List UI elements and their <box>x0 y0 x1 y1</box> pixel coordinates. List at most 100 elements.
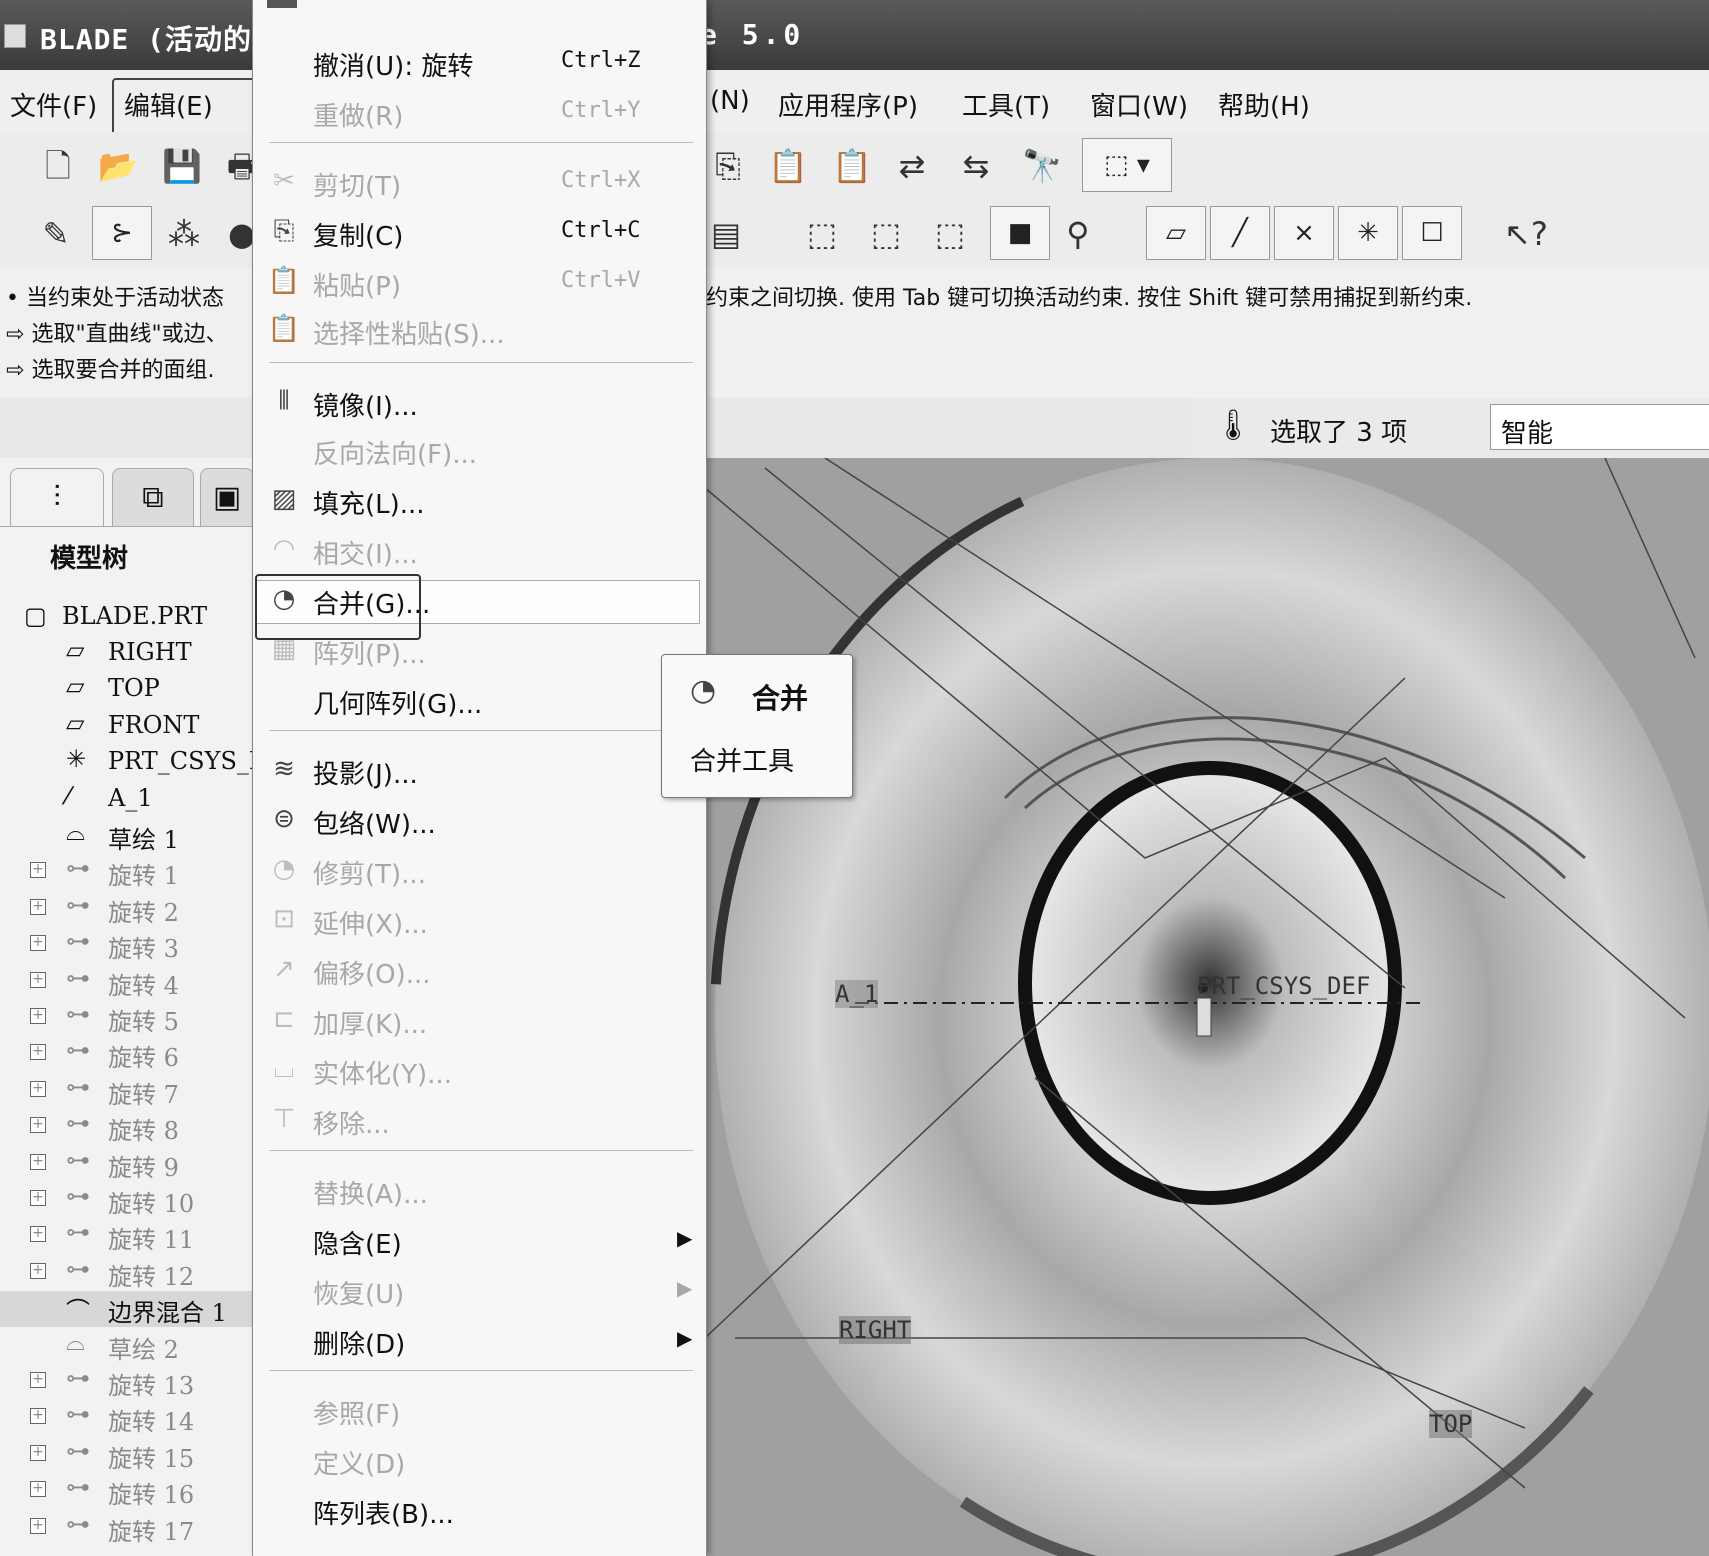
find-icon[interactable]: 🔭 <box>1022 146 1062 186</box>
expand-icon[interactable]: + <box>30 1444 46 1461</box>
expand-icon[interactable]: + <box>30 1262 46 1279</box>
tree-item[interactable]: + ⊶ 旋转 11 <box>0 1218 252 1254</box>
axis-display-button[interactable]: ╱ <box>1210 206 1270 260</box>
tree-item[interactable]: + ⊶ 旋转 5 <box>0 1000 252 1036</box>
tree-item[interactable]: + ⊶ 旋转 9 <box>0 1146 252 1182</box>
menu-partial[interactable]: (N) <box>710 86 750 116</box>
context-help-icon[interactable]: ↖? <box>1504 214 1548 254</box>
edit-menu-item-label: 填充(L)... <box>313 490 425 520</box>
edit-menu-item-label: 隐含(E) <box>313 1230 402 1260</box>
tree-item[interactable]: + ⊶ 旋转 10 <box>0 1182 252 1218</box>
edit-menu-item[interactable]: 阵列表(B)... <box>253 1486 706 1532</box>
tree-item[interactable]: ⁄ A_1 <box>0 782 252 818</box>
edit-menu-item-label: 选择性粘贴(S)... <box>313 320 505 350</box>
plane-display-button[interactable]: ▱ <box>1146 206 1206 260</box>
tree-item[interactable]: ▱ RIGHT <box>0 636 252 672</box>
tab-model-tree[interactable]: ⫶ <box>10 468 104 527</box>
tree-item[interactable]: ⌒ 边界混合 1 <box>0 1291 252 1328</box>
tree-item[interactable]: ▱ FRONT <box>0 709 252 745</box>
datum-point-icon[interactable]: ⁂ <box>164 214 204 254</box>
paste-tool-icon[interactable]: 📋 <box>768 146 808 186</box>
tree-item[interactable]: + ⊶ 旋转 15 <box>0 1437 252 1473</box>
edit-menu-item[interactable]: ⎘ 复制(C) Ctrl+C <box>253 208 706 254</box>
expand-icon[interactable]: + <box>30 935 46 952</box>
extend-icon: ⊡ <box>273 904 295 934</box>
tree-item[interactable]: + ⊶ 旋转 2 <box>0 891 252 927</box>
expand-icon[interactable]: + <box>30 1481 46 1498</box>
model-tree-display-icon[interactable]: ⚲ <box>1058 214 1098 254</box>
expand-icon[interactable]: + <box>30 862 46 879</box>
menu-edit[interactable]: 编辑(E) <box>124 86 213 123</box>
tree-root[interactable]: ▢ BLADE.PRT <box>0 600 252 636</box>
menu-tools[interactable]: 工具(T) <box>962 86 1050 123</box>
expand-icon[interactable]: + <box>30 1044 46 1061</box>
expand-icon[interactable]: + <box>30 1008 46 1024</box>
new-file-icon[interactable]: 🗋 <box>38 146 78 186</box>
tree-item[interactable]: + ⊶ 旋转 1 <box>0 854 252 890</box>
point-display-button[interactable]: × <box>1274 206 1334 260</box>
selection-box-button[interactable]: ⬚ ▾ <box>1082 138 1172 192</box>
graphics-viewport[interactable]: A_1 PRT_CSYS_DEF RIGHT TOP <box>705 458 1709 1556</box>
csys-display-button[interactable]: ✳ <box>1338 206 1398 260</box>
tree-item[interactable]: + ⊶ 旋转 3 <box>0 927 252 963</box>
edit-menu-item[interactable]: 几何阵列(G)... <box>253 676 706 722</box>
tree-item[interactable]: ✳ PRT_CSYS_DE <box>0 745 286 781</box>
annotation-display-button[interactable]: ☐ <box>1402 206 1462 260</box>
hidden-line-icon[interactable]: ⬚ <box>866 214 906 254</box>
tree-item[interactable]: + ⊶ 旋转 14 <box>0 1400 252 1436</box>
edit-menu-item[interactable]: ▨ 填充(L)... <box>253 476 706 522</box>
save-icon[interactable]: 💾 <box>162 146 202 186</box>
expand-icon[interactable]: + <box>30 1117 46 1134</box>
layer-icon[interactable]: ▤ <box>706 214 746 254</box>
copy-tool-icon[interactable]: ⎘ <box>708 146 748 186</box>
tree-item-label: TOP <box>108 674 160 703</box>
expand-icon[interactable]: + <box>30 971 46 988</box>
menu-applications[interactable]: 应用程序(P) <box>778 86 918 123</box>
tree-item[interactable]: + ⊶ 旋转 4 <box>0 964 252 1000</box>
expand-icon[interactable]: + <box>30 1372 46 1388</box>
expand-icon[interactable]: + <box>30 898 46 915</box>
edit-menu-item[interactable]: 删除(D) ▶ <box>253 1316 706 1362</box>
filter-select[interactable]: 智能 <box>1490 404 1709 450</box>
tree-item[interactable]: + ⊶ 旋转 17 <box>0 1510 252 1546</box>
datum-curve-button[interactable]: ⊱ <box>92 206 152 260</box>
tab-folder[interactable]: ⧉ <box>112 468 194 527</box>
tree-item[interactable]: + ⊶ 旋转 7 <box>0 1073 252 1109</box>
tree-item[interactable]: + ⊶ 旋转 6 <box>0 1036 252 1072</box>
tab-favorites[interactable]: ▣ <box>200 468 254 527</box>
menu-window[interactable]: 窗口(W) <box>1090 86 1188 123</box>
edit-menu-item[interactable]: ⊜ 包络(W)... <box>253 796 706 842</box>
wireframe-icon[interactable]: ⬚ <box>802 214 842 254</box>
tree-item[interactable]: + ⊶ 旋转 13 <box>0 1364 252 1400</box>
expand-icon[interactable]: + <box>30 1190 46 1206</box>
expand-icon[interactable]: + <box>30 1517 46 1534</box>
paste-special-tool-icon[interactable]: 📋 <box>832 146 872 186</box>
tree-item[interactable]: ⌓ 草绘 2 <box>0 1328 252 1364</box>
tree-item[interactable]: + ⊶ 旋转 8 <box>0 1109 252 1145</box>
tree-item[interactable]: + ⊶ 旋转 16 <box>0 1473 252 1509</box>
shaded-button[interactable]: ■ <box>990 206 1050 260</box>
tree-item[interactable]: ⌓ 草绘 1 <box>0 818 252 854</box>
solidify-icon: ⌴ <box>273 1054 295 1084</box>
expand-icon[interactable]: + <box>30 1408 46 1425</box>
axis-icon: ⁄ <box>66 781 71 810</box>
edit-menu-item[interactable]: 撤消(U): 旋转 Ctrl+Z <box>253 38 706 84</box>
app-icon[interactable] <box>4 24 26 48</box>
edit-menu-item-shortcut: Ctrl+C <box>561 218 641 243</box>
expand-icon[interactable]: + <box>30 1226 46 1243</box>
expand-icon[interactable]: + <box>30 1080 46 1097</box>
no-hidden-icon[interactable]: ⬚ <box>930 214 970 254</box>
regenerate-manager-icon[interactable]: ⇆ <box>956 146 996 186</box>
submenu-arrow-icon: ▶ <box>677 1226 693 1250</box>
open-folder-icon[interactable]: 📂 <box>98 146 138 186</box>
expand-icon[interactable]: + <box>30 1153 46 1170</box>
menu-help[interactable]: 帮助(H) <box>1218 86 1310 123</box>
tree-item[interactable]: + ⊶ 旋转 12 <box>0 1255 252 1291</box>
sketch-tool-icon[interactable]: ✎ <box>36 214 76 254</box>
edit-menu-item[interactable]: ⫴ 镜像(I)... <box>253 378 706 424</box>
edit-menu-item[interactable]: ≋ 投影(J)... <box>253 746 706 792</box>
tree-item[interactable]: ▱ TOP <box>0 672 252 708</box>
menu-file[interactable]: 文件(F) <box>10 86 97 123</box>
edit-menu-item[interactable]: 隐含(E) ▶ <box>253 1216 706 1262</box>
regenerate-icon[interactable]: ⇄ <box>892 146 932 186</box>
